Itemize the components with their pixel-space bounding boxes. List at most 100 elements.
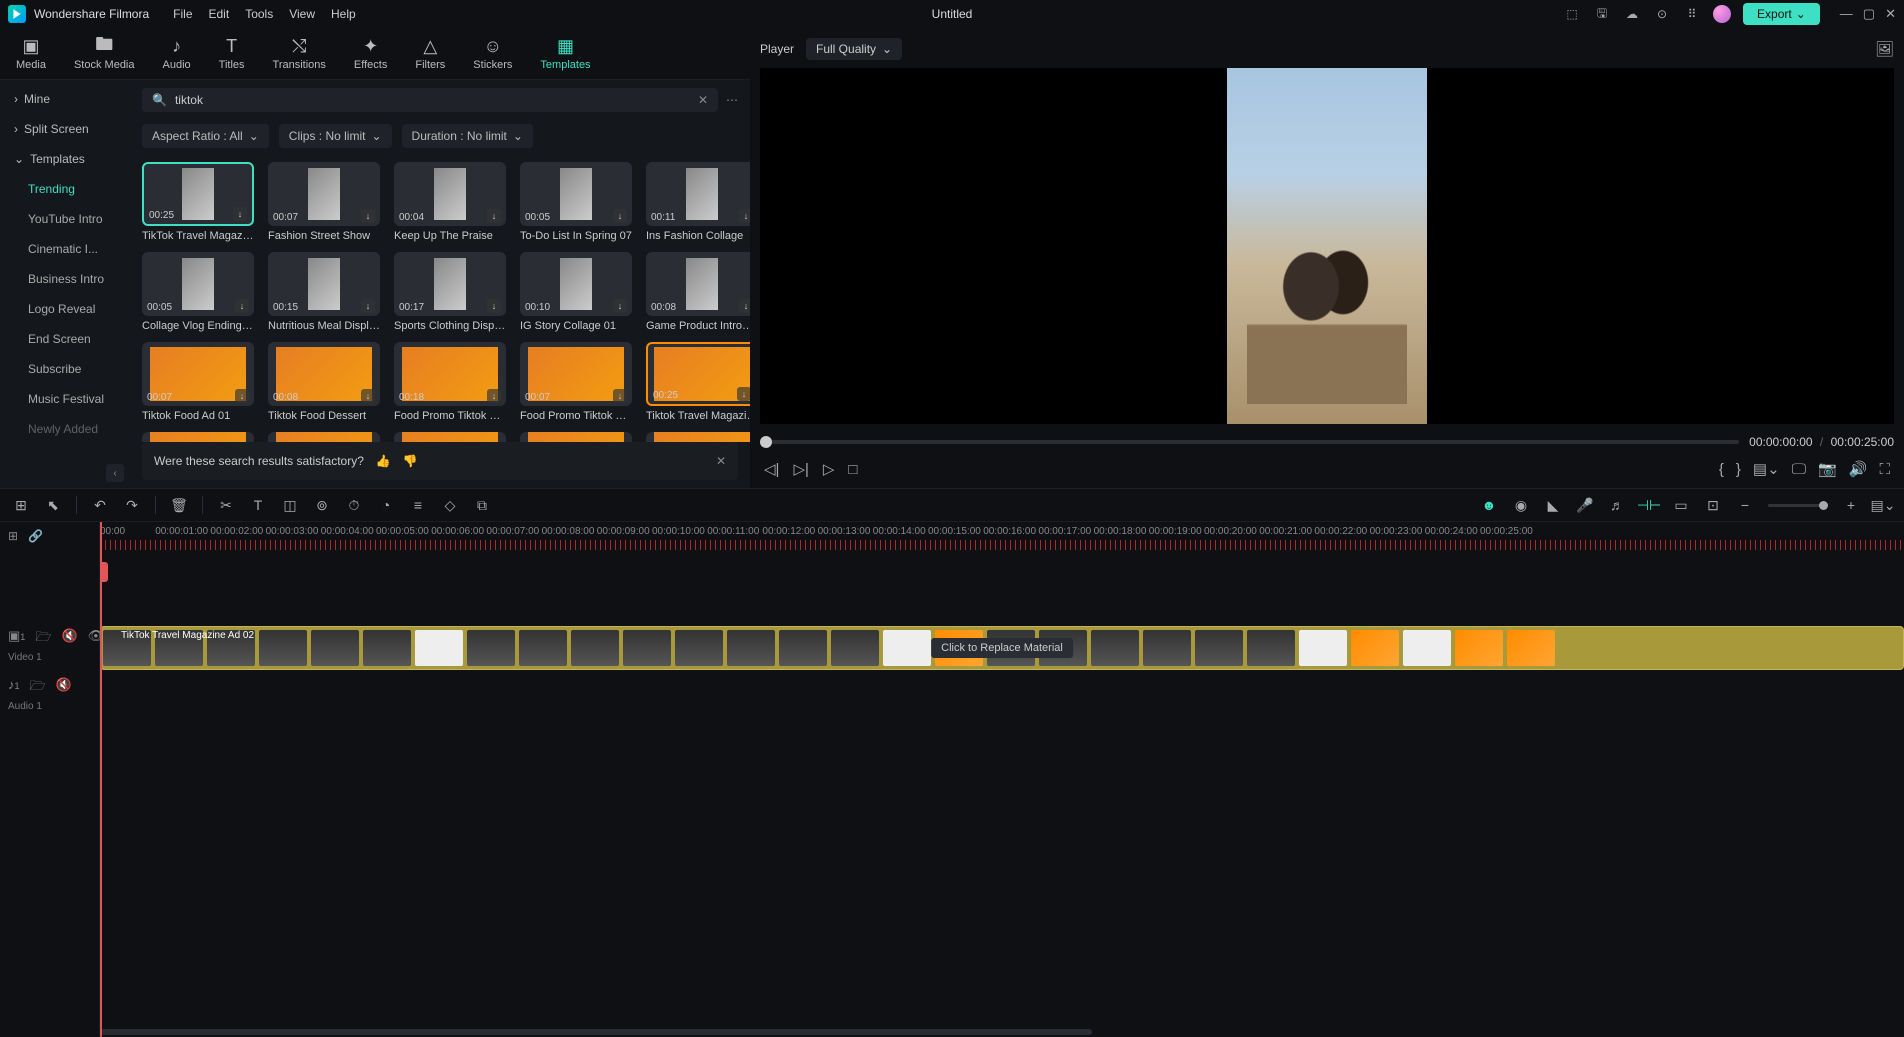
timeline-tracks[interactable]: 00:0000:00:01:0000:00:02:0000:00:03:0000… bbox=[100, 522, 1904, 1037]
template-card[interactable]: 00:08↓Tiktok Food Dessert bbox=[268, 342, 380, 422]
download-icon[interactable]: ↓ bbox=[739, 209, 750, 223]
download-icon[interactable]: ↓ bbox=[737, 387, 750, 401]
keyframe-tool-icon[interactable]: ◇ bbox=[441, 496, 459, 514]
playhead-handle-icon[interactable] bbox=[100, 562, 108, 582]
grid-tool-icon[interactable]: ⊡ bbox=[1704, 496, 1722, 514]
template-card[interactable]: 00:10↓IG Story Collage 01 bbox=[520, 252, 632, 332]
template-thumb[interactable]: ↓ bbox=[646, 432, 750, 442]
template-card[interactable]: ↓ bbox=[646, 432, 750, 442]
template-thumb[interactable]: 00:08↓ bbox=[646, 252, 750, 316]
mute-icon[interactable]: 🔇 bbox=[56, 677, 72, 699]
save-icon[interactable]: 🖫 bbox=[1593, 5, 1611, 23]
clip-segment[interactable] bbox=[831, 630, 879, 666]
download-icon[interactable]: ↓ bbox=[487, 389, 501, 403]
audio-track-icon[interactable]: ♪1 bbox=[8, 677, 20, 699]
clip-preview-icon[interactable]: ▤⌄ bbox=[1753, 460, 1780, 478]
clip-segment[interactable] bbox=[1403, 630, 1451, 666]
template-thumb[interactable]: 00:05↓ bbox=[142, 252, 254, 316]
clip-segment[interactable] bbox=[467, 630, 515, 666]
clip-segment[interactable] bbox=[1455, 630, 1503, 666]
crop-tool-icon[interactable]: ◫ bbox=[281, 496, 299, 514]
quality-select[interactable]: Full Quality⌄ bbox=[806, 38, 902, 60]
maximize-button[interactable]: ▢ bbox=[1863, 6, 1875, 22]
prev-frame-button[interactable]: ◁| bbox=[764, 460, 779, 478]
magnet-tool-icon[interactable]: ⊣⊢ bbox=[1640, 496, 1658, 514]
options-icon[interactable]: ⋯ bbox=[726, 93, 738, 107]
sidebar-item-split-screen[interactable]: ›Split Screen bbox=[0, 114, 130, 144]
video-track-icon[interactable]: ▣1 bbox=[8, 628, 25, 650]
template-card[interactable]: 00:08↓Game Product Introdu... bbox=[646, 252, 750, 332]
download-icon[interactable]: ↓ bbox=[487, 209, 501, 223]
mic-tool-icon[interactable]: 🎤 bbox=[1576, 496, 1594, 514]
link-tool-icon[interactable]: 🔗 bbox=[28, 529, 43, 543]
menu-edit[interactable]: Edit bbox=[209, 7, 230, 21]
template-card[interactable]: 00:25↓Tiktok Travel Magazin... bbox=[646, 342, 750, 422]
sidebar-sub-youtube-intro[interactable]: YouTube Intro bbox=[0, 204, 130, 234]
pointer-tool-icon[interactable]: ⬉ bbox=[44, 496, 62, 514]
sidebar-collapse-button[interactable]: ‹ bbox=[106, 464, 124, 482]
sidebar-sub-cinematic[interactable]: Cinematic I... bbox=[0, 234, 130, 264]
template-card[interactable]: ↓ bbox=[394, 432, 506, 442]
sidebar-sub-trending[interactable]: Trending bbox=[0, 174, 130, 204]
sidebar-sub-business-intro[interactable]: Business Intro bbox=[0, 264, 130, 294]
snapshot-icon[interactable]: 🖼 bbox=[1875, 40, 1894, 58]
clip-segment[interactable] bbox=[779, 630, 827, 666]
mark-in-icon[interactable]: { bbox=[1719, 461, 1724, 478]
clip-segment[interactable] bbox=[1091, 630, 1139, 666]
render-button[interactable]: ◉ bbox=[1512, 496, 1530, 514]
adjust-tool-icon[interactable]: ≡ bbox=[409, 496, 427, 514]
cloud-icon[interactable]: ☁ bbox=[1623, 5, 1641, 23]
delete-button[interactable]: 🗑 bbox=[170, 496, 188, 514]
template-card[interactable]: 00:15↓Nutritious Meal Displa... bbox=[268, 252, 380, 332]
download-icon[interactable]: ↓ bbox=[233, 207, 247, 221]
template-thumb[interactable]: 00:04↓ bbox=[394, 162, 506, 226]
timeline-clip[interactable]: TikTok Travel Magazine Ad 02 Click to Re… bbox=[100, 626, 1904, 670]
sidebar-item-mine[interactable]: ›Mine bbox=[0, 84, 130, 114]
sidebar-sub-logo-reveal[interactable]: Logo Reveal bbox=[0, 294, 130, 324]
sidebar-sub-subscribe[interactable]: Subscribe bbox=[0, 354, 130, 384]
clip-segment[interactable] bbox=[1143, 630, 1191, 666]
template-thumb[interactable]: 00:15↓ bbox=[268, 252, 380, 316]
empty-track-area[interactable] bbox=[100, 550, 1904, 624]
display-icon[interactable]: 🖵 bbox=[1792, 461, 1806, 478]
template-card[interactable]: 00:04↓Keep Up The Praise bbox=[394, 162, 506, 242]
clip-segment[interactable] bbox=[1507, 630, 1555, 666]
timeline-layout-icon[interactable]: ⊞ bbox=[8, 529, 18, 543]
template-thumb[interactable]: ↓ bbox=[394, 432, 506, 442]
device-icon[interactable]: ⬚ bbox=[1563, 5, 1581, 23]
download-icon[interactable]: ↓ bbox=[361, 299, 375, 313]
clip-segment[interactable] bbox=[1299, 630, 1347, 666]
template-thumb[interactable]: 00:07↓ bbox=[142, 342, 254, 406]
text-tool-icon[interactable]: T bbox=[249, 496, 267, 514]
tab-stickers[interactable]: ☺Stickers bbox=[473, 37, 512, 71]
sidebar-item-templates[interactable]: ⌄Templates bbox=[0, 144, 130, 174]
audio-track[interactable] bbox=[100, 672, 1904, 714]
download-icon[interactable]: ↓ bbox=[235, 389, 249, 403]
template-card[interactable]: 00:11↓Ins Fashion Collage bbox=[646, 162, 750, 242]
tab-audio[interactable]: ♪Audio bbox=[163, 37, 191, 71]
download-icon[interactable]: ↓ bbox=[613, 389, 627, 403]
filter-duration[interactable]: Duration : No limit⌄ bbox=[402, 124, 533, 148]
template-card[interactable]: 00:17↓Sports Clothing Displa... bbox=[394, 252, 506, 332]
fullscreen-icon[interactable]: ⛶ bbox=[1879, 461, 1890, 478]
template-thumb[interactable]: ↓ bbox=[520, 432, 632, 442]
clip-segment[interactable] bbox=[311, 630, 359, 666]
tab-transitions[interactable]: ⤭Transitions bbox=[273, 37, 326, 71]
color-tool-icon[interactable]: ◔ bbox=[377, 496, 395, 514]
mute-icon[interactable]: 🔇 bbox=[61, 628, 77, 650]
zoom-slider[interactable] bbox=[1768, 504, 1828, 507]
clip-segment[interactable] bbox=[623, 630, 671, 666]
music-tool-icon[interactable]: ♬ bbox=[1608, 496, 1626, 514]
apps-icon[interactable]: ⠿ bbox=[1683, 5, 1701, 23]
sidebar-sub-music-festival[interactable]: Music Festival bbox=[0, 384, 130, 414]
template-card[interactable]: 00:18↓Food Promo Tiktok Vi... bbox=[394, 342, 506, 422]
clear-search-icon[interactable]: ✕ bbox=[698, 93, 708, 107]
template-card[interactable]: ↓ bbox=[520, 432, 632, 442]
timeline-scrollbar[interactable] bbox=[100, 1027, 1904, 1037]
export-button[interactable]: Export⌄ bbox=[1743, 3, 1820, 25]
menu-tools[interactable]: Tools bbox=[245, 7, 273, 21]
menu-help[interactable]: Help bbox=[331, 7, 356, 21]
template-thumb[interactable]: 00:07↓ bbox=[520, 342, 632, 406]
sidebar-sub-newly-added[interactable]: Newly Added bbox=[0, 414, 130, 444]
template-thumb[interactable]: 00:25↓ bbox=[646, 342, 750, 406]
